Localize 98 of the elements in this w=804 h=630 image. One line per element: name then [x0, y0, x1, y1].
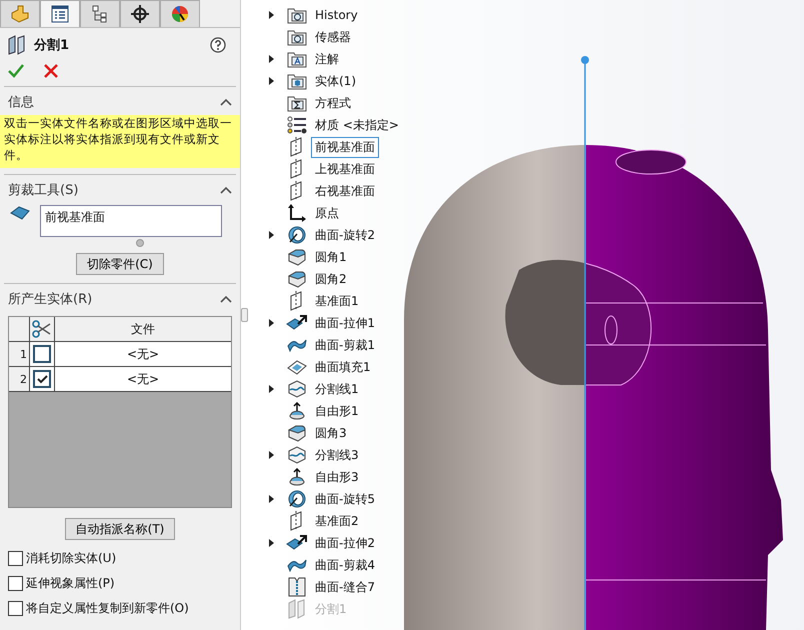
collapse-caret-icon[interactable]: [220, 295, 232, 303]
panel-tab[interactable]: [40, 0, 80, 27]
tree-item[interactable]: 注解: [311, 48, 343, 70]
tree-item[interactable]: 分割线1: [311, 378, 363, 400]
tree-item[interactable]: 右视基准面: [311, 180, 379, 202]
expand-arrow-icon[interactable]: [269, 385, 274, 393]
fillet-icon: [287, 424, 307, 442]
tree-item[interactable]: History: [311, 6, 362, 24]
tree-item[interactable]: 前视基准面: [311, 136, 379, 158]
checkmark-icon: [36, 374, 48, 384]
tree-item[interactable]: 方程式: [311, 92, 355, 114]
cut-part-button[interactable]: 切除零件(C): [76, 253, 164, 275]
tree-item[interactable]: 传感器: [311, 26, 355, 48]
part-icon: [10, 5, 30, 23]
tree-item[interactable]: 材质 <未指定>: [311, 114, 403, 136]
origin-icon: [288, 204, 306, 222]
material-icon: [287, 116, 307, 134]
tree-item[interactable]: 曲面-拉伸1: [311, 312, 379, 334]
resize-handle[interactable]: [136, 239, 144, 247]
freeform-icon: [288, 468, 306, 486]
scissors-icon: [32, 320, 52, 338]
info-message: 双击一实体文件名称或在图形区域中选取一实体标注以将实体指派到现有文件或新文件。: [0, 115, 240, 168]
auto-assign-button[interactable]: 自动指派名称(T): [64, 518, 176, 540]
tree-item[interactable]: 曲面-缝合7: [311, 576, 379, 598]
selection-field[interactable]: 前视基准面: [40, 205, 222, 237]
row-number: 1: [9, 342, 30, 366]
expand-arrow-icon[interactable]: [269, 77, 274, 85]
surface-trim-icon: [287, 557, 307, 573]
color-ball-icon: [171, 5, 189, 23]
tree-item[interactable]: 自由形3: [311, 466, 363, 488]
cancel-x-icon[interactable]: [44, 64, 58, 78]
split-body-icon: [8, 35, 26, 55]
revolve-icon: [287, 489, 307, 509]
surface-trim-icon: [287, 337, 307, 353]
expand-arrow-icon[interactable]: [269, 11, 274, 19]
knit-icon: [288, 577, 306, 597]
tree-item[interactable]: 曲面-旋转2: [311, 224, 379, 246]
splitter-handle[interactable]: [241, 308, 248, 322]
surface-fill-icon: [287, 359, 307, 375]
expand-arrow-icon[interactable]: [269, 319, 274, 327]
help-icon[interactable]: [210, 37, 226, 53]
tree-item[interactable]: 实体(1): [311, 70, 360, 92]
tree-item[interactable]: 基准面2: [311, 510, 363, 532]
feature-title: 分割1: [34, 36, 70, 54]
tree-item[interactable]: 曲面-剪裁4: [311, 554, 379, 576]
folder-icon: [287, 72, 307, 90]
tree-item[interactable]: 曲面-旋转5: [311, 488, 379, 510]
section-title: 剪裁工具(S): [8, 182, 78, 199]
tree-item[interactable]: 上视基准面: [311, 158, 379, 180]
surface-icon: [10, 205, 30, 221]
tree-item[interactable]: 曲面-剪裁1: [311, 334, 379, 356]
expand-arrow-icon[interactable]: [269, 55, 274, 63]
checkbox[interactable]: [33, 370, 51, 388]
collapse-caret-icon[interactable]: [220, 98, 232, 106]
expand-arrow-icon[interactable]: [269, 539, 274, 547]
extrude-icon: [286, 534, 308, 552]
row-number: 2: [9, 367, 30, 391]
checkbox[interactable]: [8, 601, 23, 616]
section-title: 信息: [8, 94, 34, 111]
tree-item[interactable]: 原点: [311, 202, 343, 224]
option-label[interactable]: 延伸视象属性(P): [26, 575, 115, 592]
folder-icon: [287, 28, 307, 46]
tree-item[interactable]: 圆角2: [311, 268, 351, 290]
collapse-caret-icon[interactable]: [220, 186, 232, 194]
revolve-icon: [287, 225, 307, 245]
ok-check-icon[interactable]: [8, 64, 24, 78]
tree-item[interactable]: 曲面填充1: [311, 356, 375, 378]
tree-item[interactable]: 自由形1: [311, 400, 363, 422]
tree-item[interactable]: 分割线3: [311, 444, 363, 466]
list-icon: [51, 5, 69, 23]
tree-item[interactable]: 曲面-拉伸2: [311, 532, 379, 554]
expand-arrow-icon[interactable]: [269, 451, 274, 459]
folder-icon: [287, 94, 307, 112]
section-title: 所产生实体(R): [8, 291, 92, 308]
tree-item[interactable]: 圆角1: [311, 246, 351, 268]
extrude-icon: [286, 314, 308, 332]
checkbox[interactable]: [8, 576, 23, 591]
fillet-icon: [287, 248, 307, 266]
tree-item[interactable]: 基准面1: [311, 290, 363, 312]
checkbox[interactable]: [33, 345, 51, 363]
checkbox[interactable]: [8, 551, 23, 566]
folder-icon: [287, 6, 307, 24]
crosshair-icon: [131, 5, 149, 23]
split-line-icon: [287, 446, 307, 464]
folder-icon: [287, 50, 307, 68]
fillet-icon: [287, 270, 307, 288]
freeform-icon: [288, 402, 306, 420]
column-header[interactable]: 文件: [55, 317, 231, 341]
option-label[interactable]: 将自定义属性复制到新零件(O): [26, 600, 189, 617]
split-line-icon: [287, 380, 307, 398]
panel-tab[interactable]: [120, 0, 160, 27]
split-body-icon: [288, 599, 306, 619]
tree-item[interactable]: 圆角3: [311, 422, 351, 444]
expand-arrow-icon[interactable]: [269, 495, 274, 503]
panel-tab[interactable]: [80, 0, 120, 27]
option-label[interactable]: 消耗切除实体(U): [26, 550, 116, 567]
expand-arrow-icon[interactable]: [269, 231, 274, 239]
tree-icon: [91, 5, 109, 23]
